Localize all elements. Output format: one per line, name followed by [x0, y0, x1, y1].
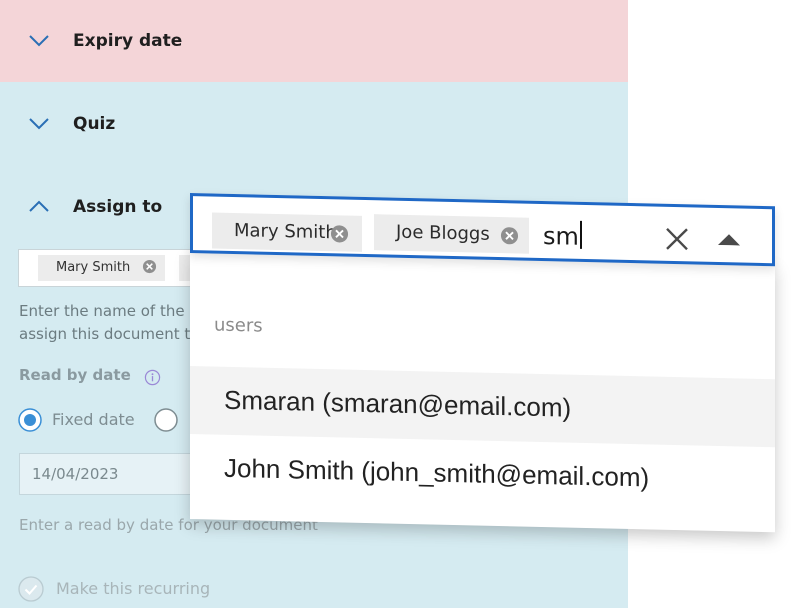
read-by-date-value: 14/04/2023 [32, 465, 119, 483]
radio-fixed-date[interactable] [18, 408, 42, 432]
assign-help-line: Enter the name of the [19, 302, 185, 320]
assign-to-input[interactable]: Mary Smith [18, 249, 219, 287]
assignee-chip: Mary Smith [38, 255, 166, 281]
search-query-value: sm [543, 222, 579, 251]
remove-chip-icon[interactable] [500, 226, 519, 245]
suggestions-group-label: users [214, 314, 263, 337]
suggestion-option-label: Smaran (smaran@email.com) [224, 384, 572, 423]
section-title-quiz: Quiz [73, 114, 116, 134]
chevron-down-icon [29, 118, 49, 130]
section-expiry: Expiry date [0, 0, 628, 82]
radio-fixed-date-label: Fixed date [52, 410, 135, 429]
suggestions-dropdown: users Smaran (smaran@email.com) John Smi… [190, 251, 775, 533]
selected-person-chip-label: Mary Smith [234, 219, 337, 244]
chevron-up-icon [29, 200, 49, 212]
assignee-chip-label: Mary Smith [56, 260, 131, 275]
section-header-expiry[interactable]: Expiry date [0, 22, 628, 62]
remove-chip-icon[interactable] [142, 259, 157, 274]
section-header-quiz[interactable]: Quiz [0, 105, 628, 145]
assign-help-text: Enter the name of the assign this docume… [19, 300, 194, 346]
text-caret [579, 220, 582, 249]
section-title-assign: Assign to [73, 197, 163, 217]
chevron-down-icon [29, 35, 49, 47]
read-by-date-input[interactable]: 14/04/2023 [19, 453, 209, 495]
selected-person-chip: Joe Bloggs [374, 214, 529, 254]
check-circle-icon[interactable] [18, 576, 44, 602]
assign-help-line: assign this document t [19, 325, 191, 343]
read-by-date-label: Read by date [19, 366, 131, 384]
selected-person-chip-label: Joe Bloggs [396, 221, 490, 245]
search-query-text: sm [543, 220, 582, 251]
clear-icon[interactable] [665, 227, 689, 252]
caret-up-icon[interactable] [718, 233, 740, 246]
radio-other-option[interactable] [154, 408, 178, 432]
remove-chip-icon[interactable] [330, 224, 349, 243]
suggestion-option-label: John Smith (john_smith@email.com) [224, 452, 650, 493]
people-picker-popup: users Smaran (smaran@email.com) John Smi… [190, 193, 775, 533]
selected-person-chip: Mary Smith [212, 212, 362, 252]
section-title-expiry: Expiry date [73, 31, 183, 51]
suggestion-option[interactable]: John Smith (john_smith@email.com) [190, 434, 775, 515]
make-recurring-label: Make this recurring [56, 579, 211, 598]
info-icon[interactable] [144, 369, 161, 386]
